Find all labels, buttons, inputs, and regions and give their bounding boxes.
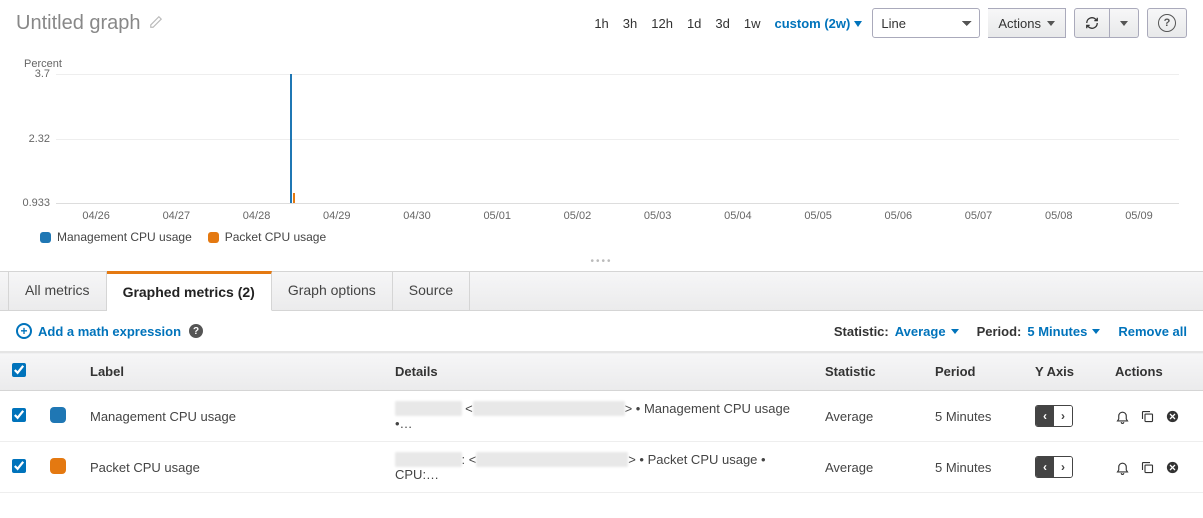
- color-swatch-icon[interactable]: [50, 458, 66, 474]
- tab-all-metrics[interactable]: All metrics: [8, 272, 107, 310]
- y-tick: 0.933: [16, 197, 50, 209]
- bell-icon[interactable]: [1115, 409, 1130, 424]
- row-details: xxxxxxxxx: <0000a0ede0de0d0a00ca> • Pack…: [383, 442, 813, 493]
- caret-down-icon: [1120, 21, 1128, 26]
- range-1h[interactable]: 1h: [594, 16, 608, 31]
- chevron-down-icon: [1092, 329, 1100, 334]
- row-label[interactable]: Packet CPU usage: [78, 442, 383, 493]
- col-actions: Actions: [1103, 353, 1203, 391]
- table-row: Management CPU usage xxxxxxxxx <0000a0ed…: [0, 391, 1203, 442]
- legend-item[interactable]: Management CPU usage: [40, 230, 192, 244]
- row-period[interactable]: 5 Minutes: [923, 391, 1023, 442]
- row-statistic[interactable]: Average: [813, 442, 923, 493]
- duplicate-icon[interactable]: [1140, 460, 1155, 475]
- refresh-dropdown-button[interactable]: [1110, 8, 1139, 38]
- tab-graphed-metrics[interactable]: Graphed metrics (2): [107, 271, 272, 311]
- help-icon: ?: [1158, 14, 1176, 32]
- add-math-expression-link[interactable]: Add a math expression: [38, 324, 181, 339]
- remove-all-link[interactable]: Remove all: [1118, 324, 1187, 339]
- statistic-selector[interactable]: Statistic: Average: [834, 324, 959, 339]
- time-range-picker: 1h 3h 12h 1d 3d 1w custom (2w): [594, 16, 862, 31]
- tab-bar: All metrics Graphed metrics (2) Graph op…: [0, 271, 1203, 311]
- range-3h[interactable]: 3h: [623, 16, 637, 31]
- col-period: Period: [923, 353, 1023, 391]
- range-1w[interactable]: 1w: [744, 16, 761, 31]
- y-axis-title: Percent: [24, 58, 1179, 70]
- legend-swatch-icon: [40, 232, 51, 243]
- chart-area: Percent 3.7 2.32 0.933 04/26 04/27 04/28…: [0, 42, 1203, 252]
- row-checkbox[interactable]: [12, 408, 26, 422]
- metrics-table: Label Details Statistic Period Y Axis Ac…: [0, 352, 1203, 493]
- yaxis-right-icon[interactable]: ›: [1054, 406, 1072, 426]
- graph-title: Untitled graph: [16, 12, 141, 35]
- yaxis-left-icon[interactable]: ‹: [1036, 406, 1054, 426]
- series-spike-orange: [293, 193, 295, 203]
- row-checkbox[interactable]: [12, 459, 26, 473]
- plus-icon: +: [16, 323, 32, 339]
- color-swatch-icon[interactable]: [50, 407, 66, 423]
- info-icon[interactable]: ?: [189, 324, 203, 338]
- delete-icon[interactable]: [1165, 460, 1180, 475]
- col-yaxis: Y Axis: [1023, 353, 1103, 391]
- help-button[interactable]: ?: [1147, 8, 1187, 38]
- refresh-button[interactable]: [1074, 8, 1110, 38]
- bell-icon[interactable]: [1115, 460, 1130, 475]
- pencil-icon[interactable]: [149, 15, 163, 32]
- tab-source[interactable]: Source: [393, 272, 470, 310]
- caret-down-icon: [1047, 21, 1055, 26]
- y-tick: 2.32: [16, 133, 50, 145]
- row-statistic[interactable]: Average: [813, 391, 923, 442]
- tab-graph-options[interactable]: Graph options: [272, 272, 393, 310]
- drag-handle-icon[interactable]: ••••: [0, 252, 1203, 271]
- yaxis-toggle[interactable]: ‹ ›: [1035, 405, 1073, 427]
- col-details: Details: [383, 353, 813, 391]
- select-all-checkbox[interactable]: [12, 363, 26, 377]
- chart-type-select[interactable]: Line: [872, 8, 980, 38]
- duplicate-icon[interactable]: [1140, 409, 1155, 424]
- x-axis: 04/26 04/27 04/28 04/29 04/30 05/01 05/0…: [56, 204, 1179, 222]
- col-statistic: Statistic: [813, 353, 923, 391]
- delete-icon[interactable]: [1165, 409, 1180, 424]
- range-1d[interactable]: 1d: [687, 16, 701, 31]
- yaxis-left-icon[interactable]: ‹: [1036, 457, 1054, 477]
- range-custom[interactable]: custom (2w): [775, 16, 863, 31]
- legend-swatch-icon: [208, 232, 219, 243]
- row-period[interactable]: 5 Minutes: [923, 442, 1023, 493]
- row-label[interactable]: Management CPU usage: [78, 391, 383, 442]
- chevron-down-icon: [951, 329, 959, 334]
- chart-legend: Management CPU usage Packet CPU usage: [40, 230, 1179, 244]
- chart-plot[interactable]: 3.7 2.32 0.933: [56, 74, 1179, 204]
- col-label: Label: [78, 353, 383, 391]
- table-row: Packet CPU usage xxxxxxxxx: <0000a0ede0d…: [0, 442, 1203, 493]
- series-spike-blue: [290, 74, 292, 203]
- period-selector[interactable]: Period: 5 Minutes: [977, 324, 1101, 339]
- row-details: xxxxxxxxx <0000a0ede0de0d0a00ca> • Manag…: [383, 391, 813, 442]
- range-12h[interactable]: 12h: [651, 16, 673, 31]
- actions-button[interactable]: Actions: [988, 8, 1066, 38]
- range-3d[interactable]: 3d: [715, 16, 729, 31]
- yaxis-right-icon[interactable]: ›: [1054, 457, 1072, 477]
- legend-item[interactable]: Packet CPU usage: [208, 230, 326, 244]
- y-tick: 3.7: [16, 68, 50, 80]
- yaxis-toggle[interactable]: ‹ ›: [1035, 456, 1073, 478]
